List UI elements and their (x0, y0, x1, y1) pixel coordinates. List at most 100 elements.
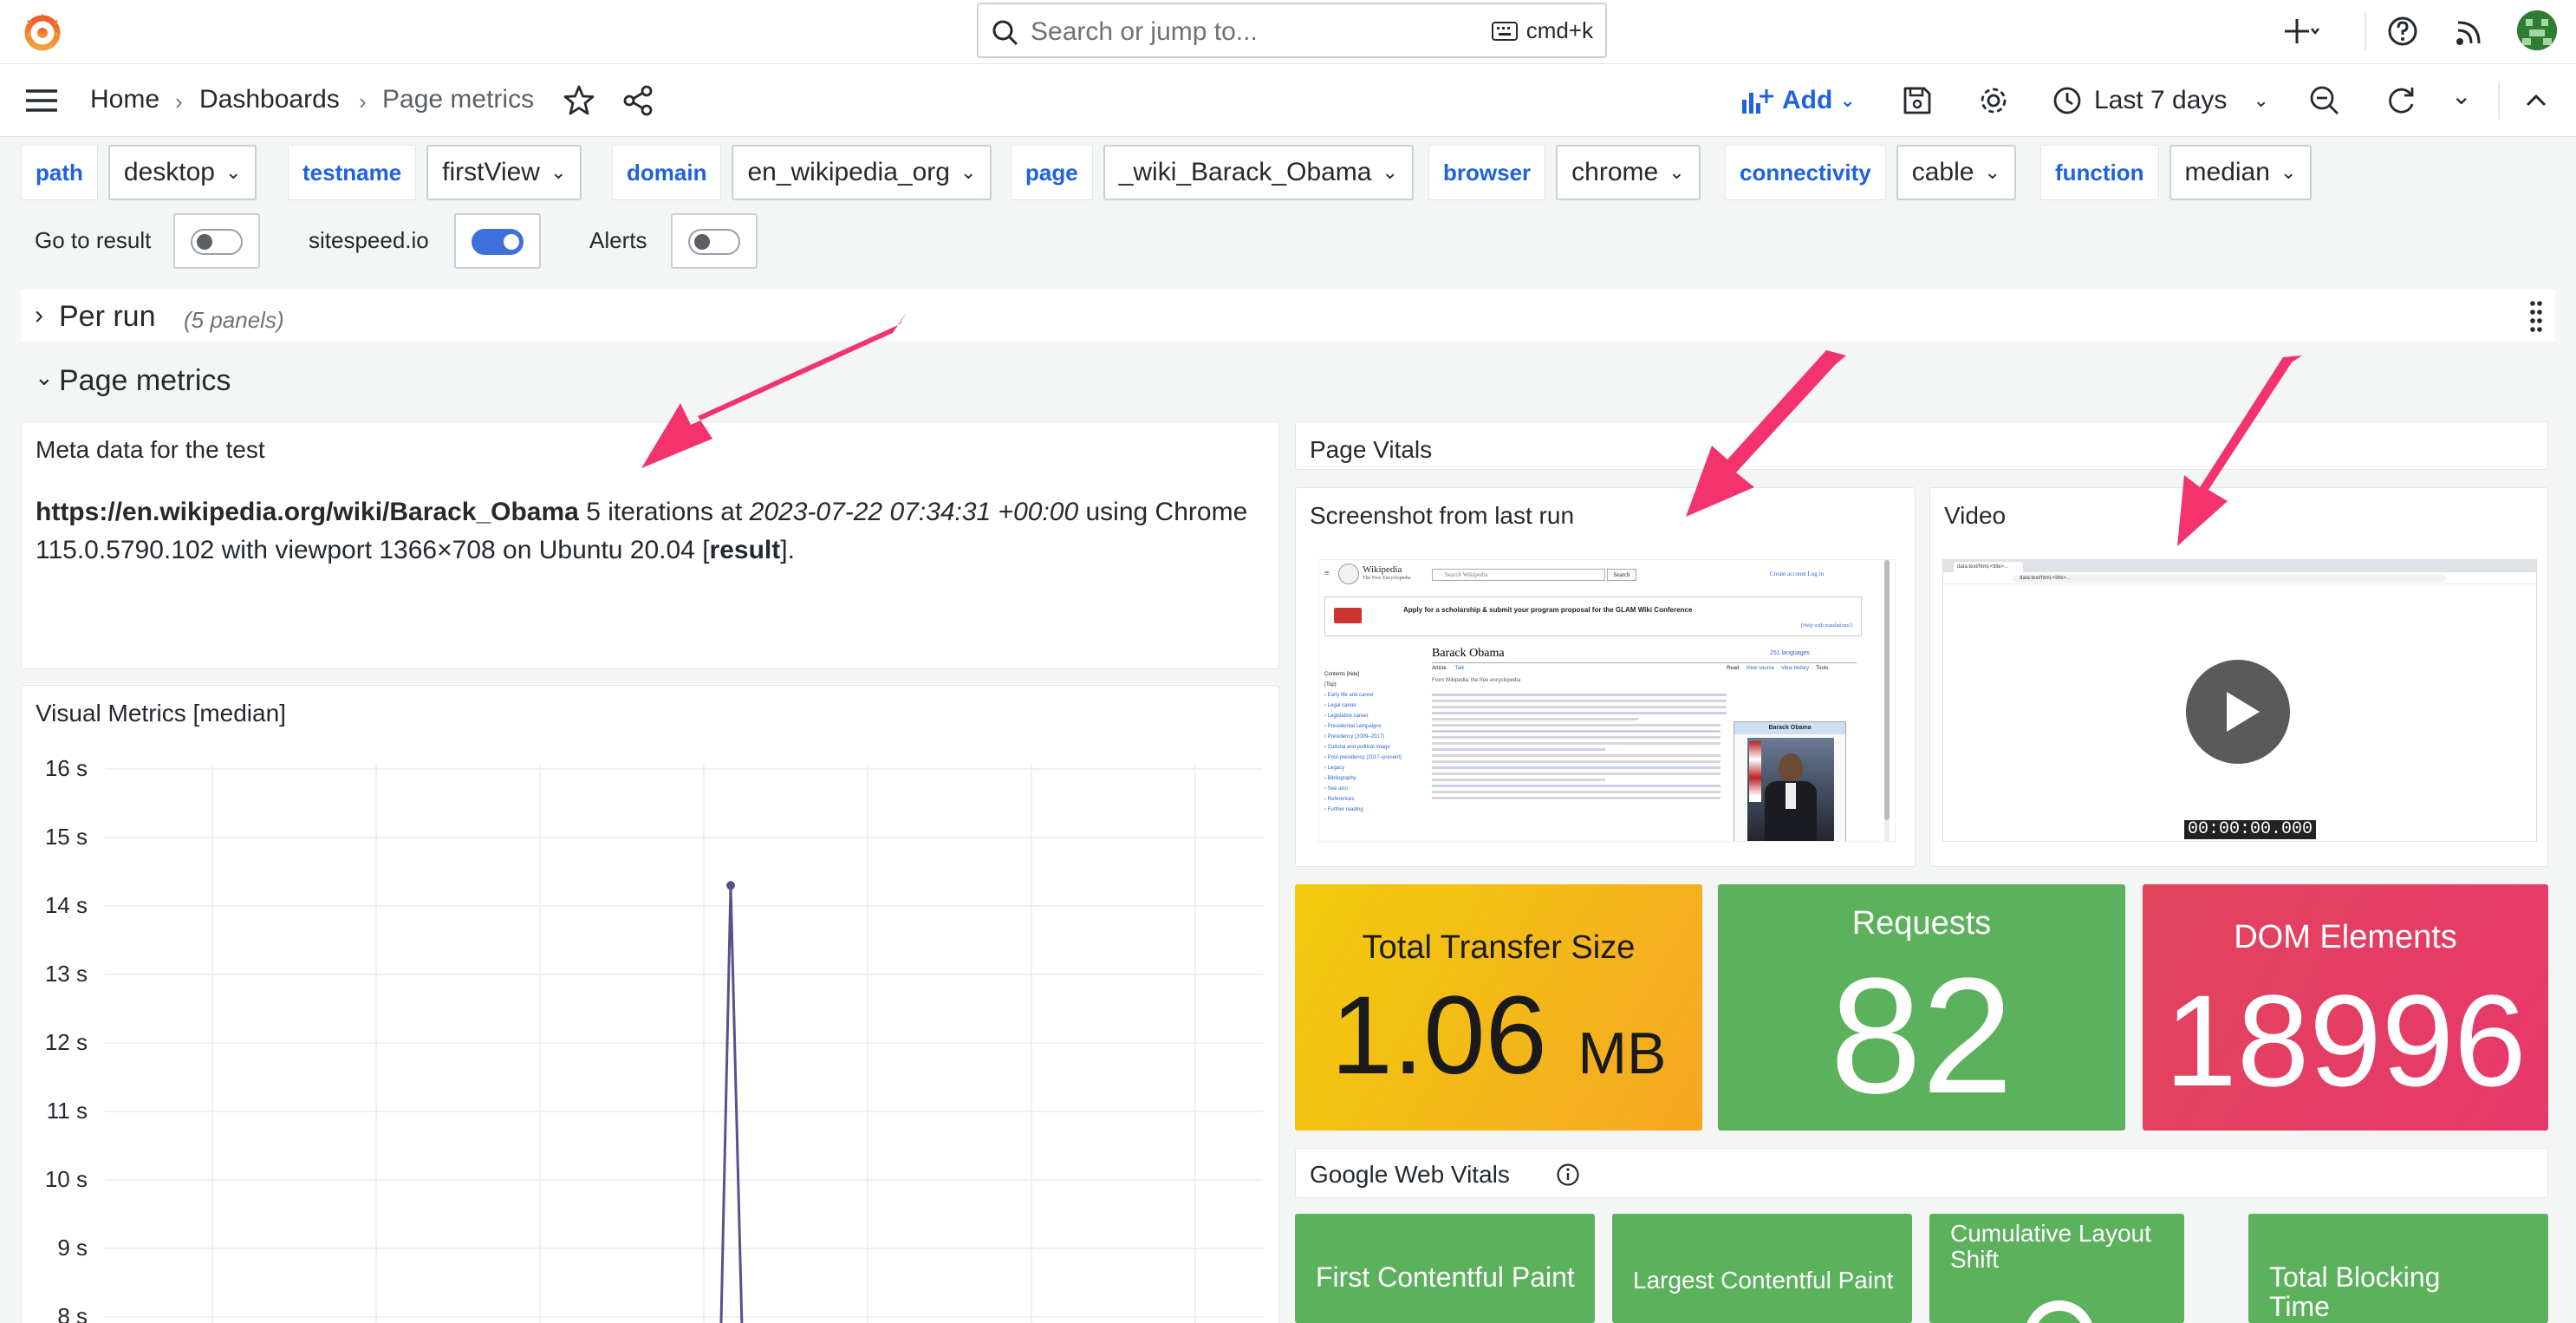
toggle-label-sitespeed: sitespeed.io (309, 227, 429, 253)
row-per-run[interactable]: › Per run (5 panels) (21, 290, 2555, 342)
variable-select-browser[interactable]: chrome ⌄ (1556, 145, 1701, 200)
wiki-text-line (1432, 730, 1721, 733)
switch (688, 229, 740, 255)
variable-value: chrome (1571, 158, 1659, 186)
help-icon[interactable] (2385, 14, 2420, 49)
variable-select-domain[interactable]: en_wikipedia_org ⌄ (732, 145, 992, 200)
gear-icon[interactable] (1976, 83, 2011, 118)
keyboard-icon (1491, 21, 1518, 41)
row-page-metrics[interactable]: ⌄ Page metrics (21, 354, 2555, 406)
play-icon[interactable] (2185, 659, 2291, 765)
variable-select-page[interactable]: _wiki_Barack_Obama ⌄ (1103, 145, 1414, 200)
vital-title: Largest Contentful Paint (1633, 1267, 1894, 1294)
visual-metrics-chart[interactable] (22, 686, 1279, 1323)
screenshot-image[interactable]: ≡ Wikipedia The Free Encyclopedia Search… (1318, 559, 1896, 842)
stat-dom-elements[interactable]: DOM Elements 18996 (2143, 884, 2548, 1131)
wiki-banner: Apply for a scholarship & submit your pr… (1324, 596, 1862, 636)
top-bar: Search or jump to... cmd+k (0, 0, 2576, 64)
add-button-label: Add (1782, 86, 1833, 114)
stat-value: 1.06 MB (1295, 971, 1702, 1118)
wiki-tabs: Article Talk (1432, 666, 1464, 671)
add-panel-icon (1742, 89, 1773, 114)
meta-iterations: 5 iterations at (586, 498, 743, 526)
chevron-up-icon[interactable] (2519, 83, 2553, 118)
variable-select-function[interactable]: median ⌄ (2169, 145, 2313, 200)
vital-cumulative-layout-shift[interactable]: Cumulative Layout Shift (1929, 1214, 2184, 1323)
search-icon (992, 20, 1018, 46)
plus-icon[interactable] (2285, 14, 2319, 49)
variable-label: testname (288, 145, 417, 200)
stat-requests[interactable]: Requests 82 (1718, 884, 2125, 1131)
add-button[interactable]: Add ⌄ (1740, 81, 1856, 120)
result-link[interactable]: result (710, 536, 781, 564)
video-player[interactable]: data:text/html,<title>... data:text/html… (1942, 559, 2537, 842)
wiki-toc-item: › Early life and career (1324, 693, 1375, 698)
stat-total-transfer-size[interactable]: Total Transfer Size 1.06 MB (1295, 884, 1702, 1131)
data-point[interactable] (726, 881, 735, 890)
grafana-logo-icon[interactable] (21, 10, 64, 53)
variable-select-connectivity[interactable]: cable ⌄ (1896, 145, 2016, 200)
toggle-go-to-result[interactable] (173, 213, 260, 269)
variable-select-testname[interactable]: firstView ⌄ (426, 145, 582, 200)
stat-number: 1.06 (1330, 974, 1547, 1098)
wiki-text-line (1432, 748, 1605, 751)
wiki-account-links: Create account Log in (1770, 570, 1825, 577)
breadcrumb-home[interactable]: Home (90, 85, 159, 114)
row-title: Page metrics (59, 364, 231, 397)
wiki-text-line (1432, 797, 1721, 799)
star-icon[interactable] (562, 83, 596, 118)
wiki-tab: Tools (1816, 666, 1829, 671)
divider (2365, 12, 2366, 50)
panel-title: Meta data for the test (36, 436, 265, 463)
menu-icon[interactable] (24, 83, 59, 118)
news-icon[interactable] (2453, 14, 2488, 49)
toggle-sitespeed[interactable] (454, 213, 541, 269)
save-icon[interactable] (1900, 83, 1935, 118)
chevron-down-icon: ⌄ (550, 161, 567, 183)
search-placeholder: Search or jump to... (1031, 17, 1258, 46)
time-range-picker[interactable]: Last 7 days ⌄ (2052, 81, 2269, 120)
wiki-text-line (1432, 785, 1721, 787)
info-icon[interactable] (1556, 1163, 1580, 1187)
vital-largest-contentful-paint[interactable]: Largest Contentful Paint (1612, 1214, 1912, 1323)
wiki-text-line (1432, 766, 1721, 769)
variable-path: path desktop ⌄ (21, 145, 257, 200)
wiki-logo-sub: The Free Encyclopedia (1363, 576, 1411, 581)
refresh-icon[interactable] (2384, 83, 2418, 118)
shortcut-text: cmd+k (1525, 17, 1593, 43)
browser-tab-strip: data:text/html,<title>... (1943, 560, 2536, 572)
panel-google-web-vitals: Google Web Vitals (1295, 1148, 2548, 1198)
panel-title: Screenshot from last run (1310, 502, 1575, 529)
wiki-text-line (1432, 754, 1721, 757)
clock-icon (2053, 87, 2081, 114)
chevron-down-icon: ⌄ (35, 364, 54, 390)
share-icon[interactable] (621, 83, 655, 118)
variable-select-path[interactable]: desktop ⌄ (107, 145, 257, 200)
wiki-text-line (1432, 694, 1727, 696)
meta-url[interactable]: https://en.wikipedia.org/wiki/Barack_Oba… (36, 498, 579, 526)
user-avatar[interactable] (2517, 10, 2557, 50)
zoom-out-icon[interactable] (2307, 83, 2342, 118)
chevron-down-icon: ⌄ (1669, 161, 1685, 183)
vital-value-partial (2025, 1300, 2094, 1323)
meta-timestamp: 2023-07-22 07:34:31 +00:00 (749, 498, 1079, 526)
drag-handle-icon[interactable] (2529, 300, 2543, 333)
toggle-alerts[interactable] (671, 213, 758, 269)
chevron-down-icon: ⌄ (1839, 89, 1856, 111)
vital-total-blocking-time[interactable]: Total Blocking Time (2248, 1214, 2548, 1323)
time-range-label: Last 7 days (2094, 86, 2228, 114)
nav-bar: Home › Dashboards › Page metrics Add ⌄ L… (0, 64, 2576, 137)
variable-label: function (2040, 145, 2159, 200)
breadcrumb-dashboards[interactable]: Dashboards (199, 85, 340, 114)
vital-first-contentful-paint[interactable]: First Contentful Paint (1295, 1214, 1595, 1323)
variable-value: desktop (123, 158, 215, 186)
vital-title: Cumulative Layout Shift (1950, 1220, 2151, 1273)
refresh-interval-chevron-icon[interactable]: ⌄ (2451, 81, 2471, 110)
wiki-toc-item: › Bibliography (1324, 776, 1356, 781)
wiki-actions: Read View source View history Tools (1727, 666, 1828, 671)
search-input[interactable]: Search or jump to... cmd+k (977, 3, 1607, 58)
wiki-tab: View history (1780, 666, 1810, 671)
wiki-toc-item: › See also (1324, 786, 1349, 792)
divider (2498, 81, 2500, 120)
wiki-toc-item: › Presidency (2009–2017) (1324, 734, 1385, 740)
